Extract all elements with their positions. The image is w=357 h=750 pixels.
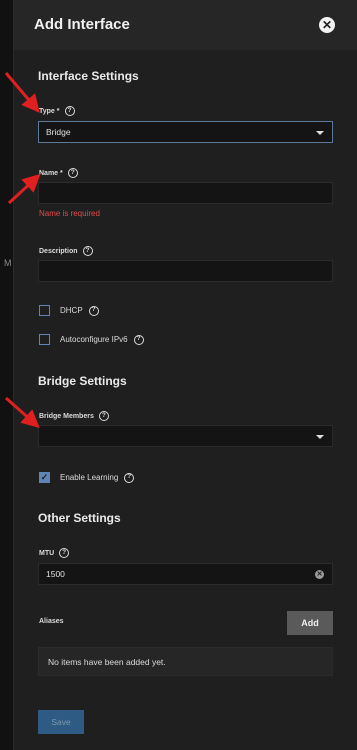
bridge-members-help-icon[interactable]: ? — [98, 411, 109, 421]
add-interface-panel: Add Interface ✕ Interface Settings Type … — [13, 0, 357, 750]
type-select-value: Bridge — [46, 127, 71, 137]
chevron-down-icon — [316, 435, 324, 439]
autoconfigure-ipv6-row: Autoconfigure IPv6 ? — [39, 334, 144, 345]
dhcp-checkbox[interactable] — [39, 305, 50, 316]
autoconfigure-ipv6-label-text: Autoconfigure IPv6 — [60, 335, 128, 344]
type-select[interactable]: Bridge — [38, 121, 333, 143]
save-button[interactable]: Save — [38, 710, 84, 734]
mtu-label-text: MTU — [39, 549, 55, 557]
name-input[interactable] — [38, 182, 333, 204]
panel-title: Add Interface — [34, 16, 130, 33]
type-label: Type * ? — [39, 106, 75, 116]
description-input[interactable] — [38, 260, 333, 282]
enable-learning-label: Enable Learning ? — [60, 472, 135, 483]
close-icon[interactable]: ✕ — [319, 17, 335, 33]
panel-header: Add Interface ✕ — [14, 0, 357, 50]
type-label-text: Type * — [39, 107, 60, 115]
backdrop-text: M — [4, 258, 12, 268]
bridge-settings-heading: Bridge Settings — [38, 374, 127, 388]
description-label: Description ? — [39, 246, 93, 256]
interface-settings-heading: Interface Settings — [38, 69, 139, 83]
mtu-label: MTU ? — [39, 548, 70, 558]
enable-learning-help-icon[interactable]: ? — [124, 472, 135, 483]
dhcp-label-text: DHCP — [60, 306, 83, 315]
enable-learning-checkbox[interactable]: ✓ — [39, 472, 50, 483]
autoconfigure-ipv6-checkbox[interactable] — [39, 334, 50, 345]
enable-learning-row: ✓ Enable Learning ? — [39, 472, 135, 483]
mtu-input[interactable]: 1500 ✕ — [38, 563, 333, 585]
autoconfigure-ipv6-help-icon[interactable]: ? — [133, 334, 144, 345]
description-help-icon[interactable]: ? — [82, 246, 93, 256]
name-error: Name is required — [39, 209, 100, 218]
mtu-help-icon[interactable]: ? — [59, 548, 70, 558]
aliases-empty-text: No items have been added yet. — [48, 657, 166, 667]
bridge-members-select[interactable] — [38, 425, 333, 447]
dhcp-label: DHCP ? — [60, 305, 99, 316]
name-help-icon[interactable]: ? — [67, 168, 78, 178]
name-label-text: Name * — [39, 169, 63, 177]
description-label-text: Description — [39, 247, 78, 255]
name-label: Name * ? — [39, 168, 78, 178]
bridge-members-label-text: Bridge Members — [39, 412, 94, 420]
autoconfigure-ipv6-label: Autoconfigure IPv6 ? — [60, 334, 144, 345]
aliases-empty-list: No items have been added yet. — [38, 647, 333, 676]
chevron-down-icon — [316, 131, 324, 135]
enable-learning-label-text: Enable Learning — [60, 473, 119, 482]
type-help-icon[interactable]: ? — [64, 106, 75, 116]
aliases-label: Aliases — [39, 618, 64, 625]
bridge-members-label: Bridge Members ? — [39, 411, 109, 421]
dhcp-help-icon[interactable]: ? — [88, 305, 99, 316]
mtu-input-value: 1500 — [46, 569, 65, 579]
add-alias-button[interactable]: Add — [287, 611, 333, 635]
dhcp-row: DHCP ? — [39, 305, 99, 316]
aliases-label-text: Aliases — [39, 618, 64, 625]
clear-icon[interactable]: ✕ — [315, 570, 324, 579]
other-settings-heading: Other Settings — [38, 511, 121, 525]
